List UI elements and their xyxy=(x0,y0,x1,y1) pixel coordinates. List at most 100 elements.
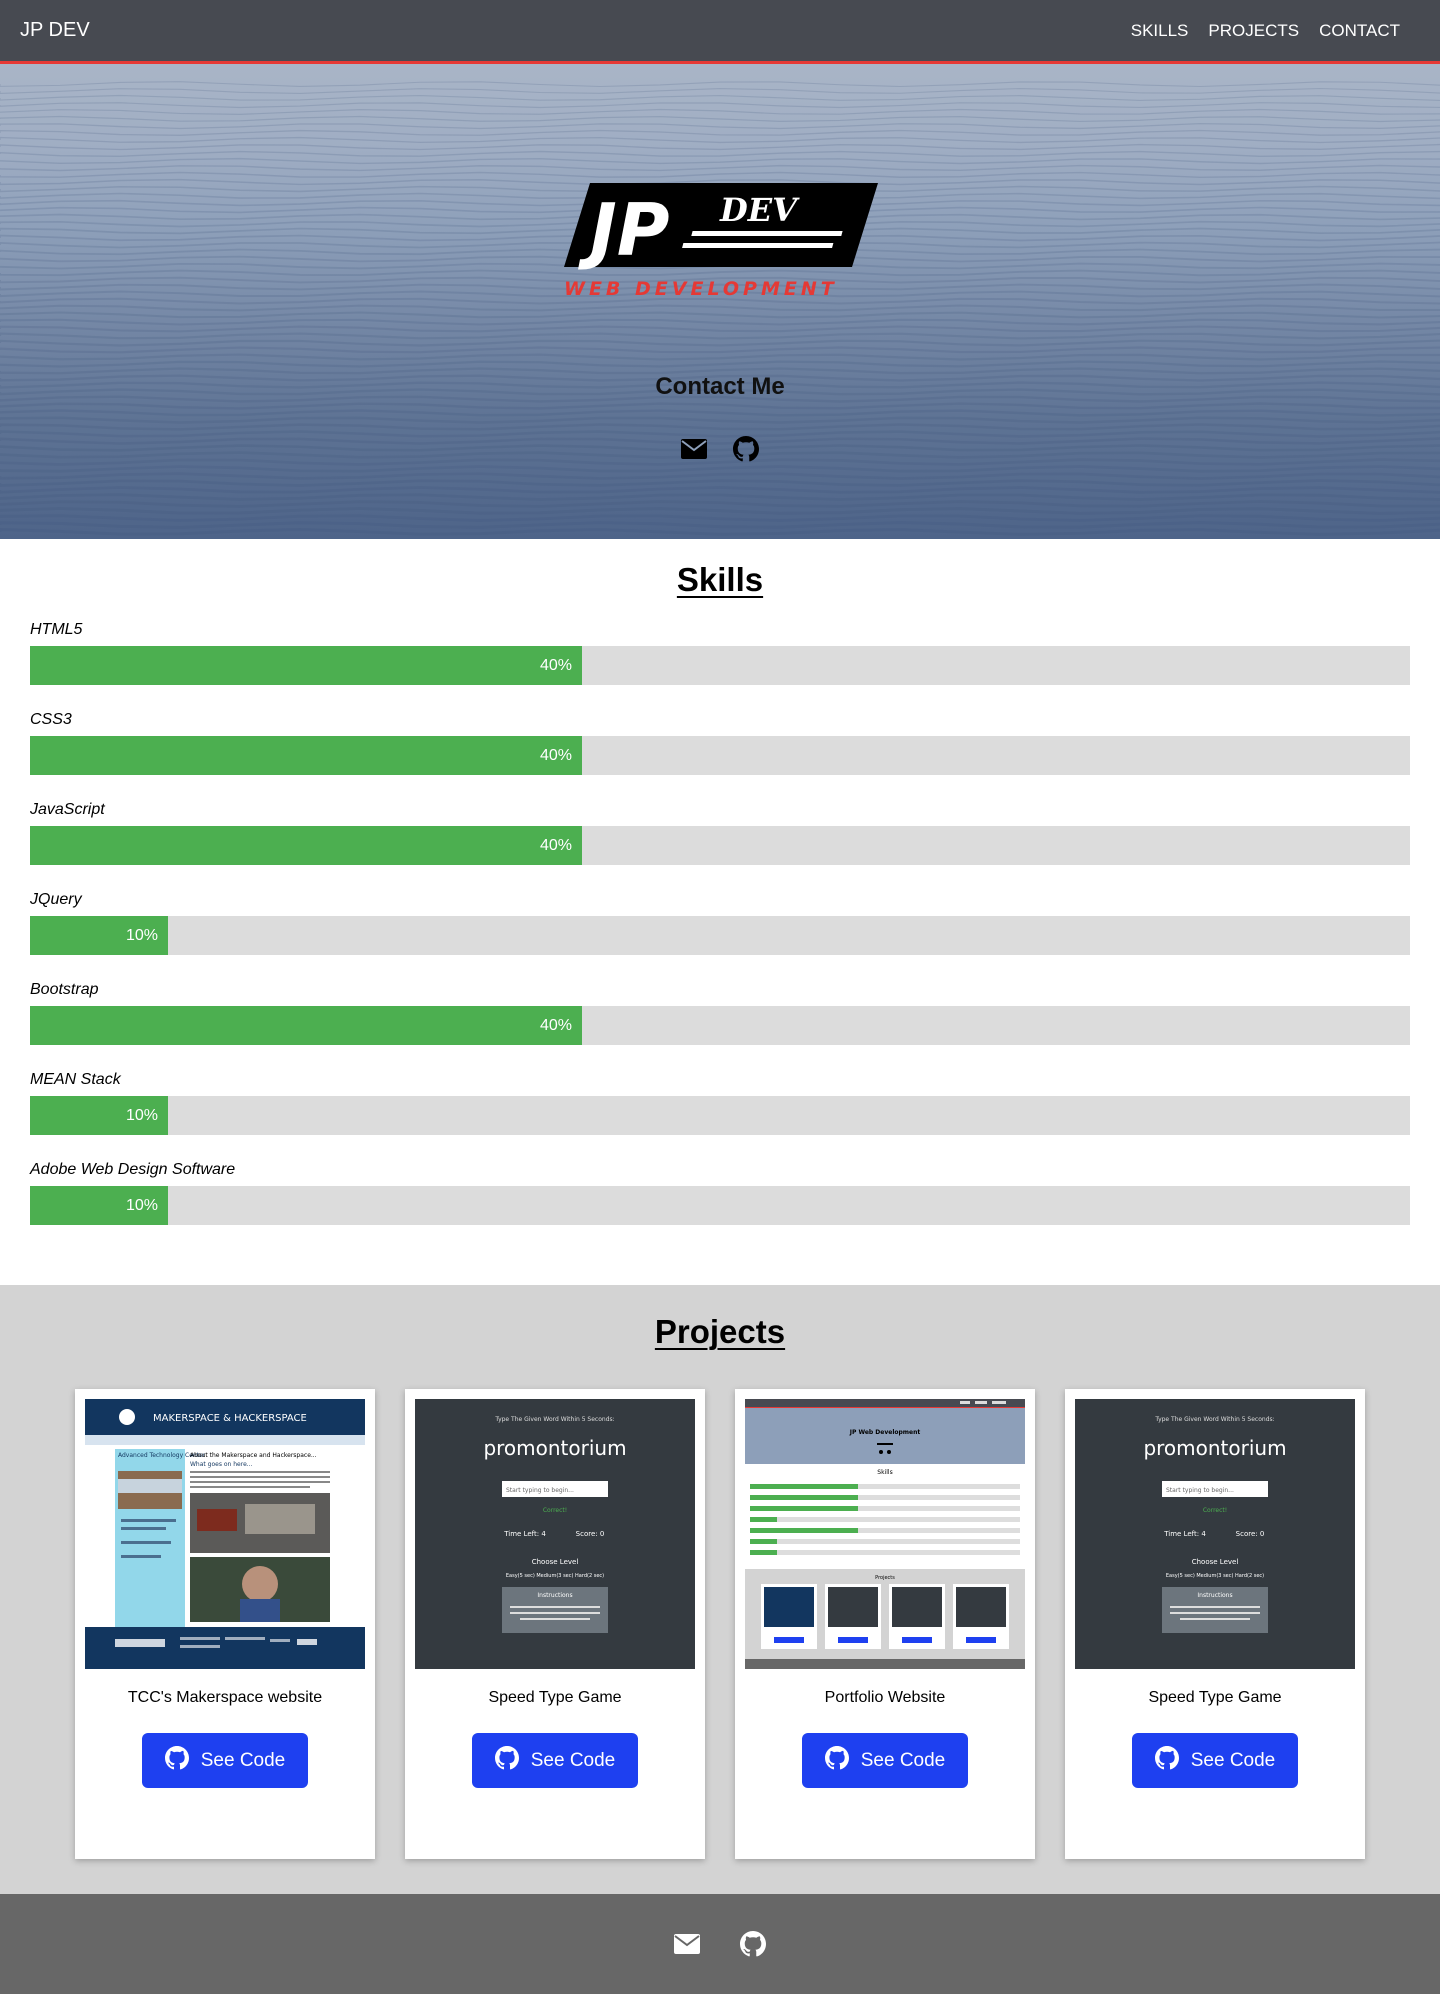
projects-title: Projects xyxy=(654,1313,786,1350)
hero-contact-icons xyxy=(0,435,1440,463)
github-icon xyxy=(824,1745,849,1776)
thumb-logo-text: JP Web Development xyxy=(849,1429,921,1436)
nav-links: SKILLS PROJECTS CONTACT xyxy=(1131,21,1400,41)
thumb-instructions-title: Instructions xyxy=(1197,1592,1232,1599)
skill-item: JQuery 10% xyxy=(30,891,1410,955)
thumb-word-text: promontorium xyxy=(483,1436,626,1460)
thumb-correct-text: Correct! xyxy=(1203,1507,1227,1514)
hero-section: JP DEV WEB DEVELOPMENT Contact Me xyxy=(0,64,1440,539)
thumb-word-text: promontorium xyxy=(1143,1436,1286,1460)
see-code-label: See Code xyxy=(530,1749,616,1771)
speedtype-thumbnail: Type The Given Word Within 5 Seconds: pr… xyxy=(415,1399,695,1669)
see-code-button[interactable]: See Code xyxy=(802,1733,968,1788)
skill-bar-fill: 40% xyxy=(30,646,582,685)
thumb-time-text: Time Left: 4 xyxy=(1163,1530,1206,1538)
skill-bar-track: 40% xyxy=(30,826,1410,865)
thumb-skills-text: Skills xyxy=(877,1469,892,1476)
skill-item: JavaScript 40% xyxy=(30,801,1410,865)
github-icon xyxy=(164,1745,189,1776)
nav-link-skills[interactable]: SKILLS xyxy=(1131,21,1189,41)
project-title: Speed Type Game xyxy=(488,1689,622,1706)
skill-item: Bootstrap 40% xyxy=(30,981,1410,1045)
project-card: Type The Given Word Within 5 Seconds: pr… xyxy=(1065,1389,1365,1859)
project-title: Speed Type Game xyxy=(1148,1689,1282,1706)
thumb-level-text: Choose Level xyxy=(1192,1558,1239,1566)
project-card: JP Web Development Skills Projects Portf… xyxy=(735,1389,1035,1859)
see-code-button[interactable]: See Code xyxy=(142,1733,308,1788)
thumb-correct-text: Correct! xyxy=(543,1507,567,1514)
skill-name: JavaScript xyxy=(30,801,105,818)
skills-title: Skills xyxy=(676,561,764,598)
logo-dev-text: DEV xyxy=(719,191,800,229)
thumb-time-text: Time Left: 4 xyxy=(503,1530,546,1538)
github-icon[interactable] xyxy=(739,1930,767,1958)
speedtype-thumbnail: Type The Given Word Within 5 Seconds: pr… xyxy=(1075,1399,1355,1669)
see-code-button[interactable]: See Code xyxy=(472,1733,638,1788)
skill-bar-fill: 40% xyxy=(30,826,582,865)
skill-bar-track: 10% xyxy=(30,916,1410,955)
skill-bar-track: 10% xyxy=(30,1186,1410,1225)
nav-link-contact[interactable]: CONTACT xyxy=(1319,21,1400,41)
skill-bar-fill: 40% xyxy=(30,1006,582,1045)
footer xyxy=(0,1894,1440,1994)
skill-bar-fill: 10% xyxy=(30,1186,168,1225)
thumb-what-text: What goes on here... xyxy=(190,1461,253,1468)
see-code-button[interactable]: See Code xyxy=(1132,1733,1298,1788)
skill-name: Adobe Web Design Software xyxy=(30,1161,236,1178)
github-icon xyxy=(494,1745,519,1776)
thumb-placeholder-text: Start typing to begin... xyxy=(506,1487,574,1494)
thumb-score-text: Score: 0 xyxy=(576,1530,605,1538)
skill-bar-track: 40% xyxy=(30,646,1410,685)
thumb-levels-text: Easy(5 sec) Medium(3 sec) Hard(2 sec) xyxy=(506,1573,604,1579)
skill-bar-fill: 10% xyxy=(30,916,168,955)
skill-name: HTML5 xyxy=(30,621,83,638)
thumb-instructions-title: Instructions xyxy=(537,1592,572,1599)
envelope-icon[interactable] xyxy=(673,1930,701,1958)
thumb-level-text: Choose Level xyxy=(532,1558,579,1566)
see-code-label: See Code xyxy=(860,1749,946,1771)
project-title: TCC's Makerspace website xyxy=(127,1689,323,1706)
see-code-label: See Code xyxy=(200,1749,286,1771)
logo-main-text: JP xyxy=(578,188,670,272)
skill-name: JQuery xyxy=(30,891,82,908)
skill-item: HTML5 40% xyxy=(30,621,1410,685)
skill-bar-fill: 10% xyxy=(30,1096,168,1135)
skill-name: MEAN Stack xyxy=(30,1071,121,1088)
project-screenshot[interactable]: Type The Given Word Within 5 Seconds: pr… xyxy=(1075,1399,1355,1669)
thumb-placeholder-text: Start typing to begin... xyxy=(1166,1487,1234,1494)
projects-section: Projects MAKERSPACE & HACKERSPACE Advanc… xyxy=(0,1285,1440,1894)
project-card: Type The Given Word Within 5 Seconds: pr… xyxy=(405,1389,705,1859)
skill-item: MEAN Stack 10% xyxy=(30,1071,1410,1135)
brand-link[interactable]: JP DEV xyxy=(20,19,90,42)
envelope-icon[interactable] xyxy=(680,435,708,463)
project-title: Portfolio Website xyxy=(824,1689,946,1706)
skill-name: Bootstrap xyxy=(30,981,99,998)
skill-bar-track: 10% xyxy=(30,1096,1410,1135)
github-icon[interactable] xyxy=(732,435,760,463)
skills-section: Skills HTML5 40% CSS3 40% JavaScript 40%… xyxy=(0,539,1440,1285)
thumb-top-text: Type The Given Word Within 5 Seconds: xyxy=(494,1416,614,1423)
skill-bar-track: 40% xyxy=(30,1006,1410,1045)
project-screenshot[interactable]: MAKERSPACE & HACKERSPACE Advanced Techno… xyxy=(85,1399,365,1669)
github-icon xyxy=(1154,1745,1179,1776)
skill-item: CSS3 40% xyxy=(30,711,1410,775)
contact-title: Contact Me xyxy=(655,373,785,400)
thumb-about-text: About the Makerspace and Hackerspace... xyxy=(190,1452,317,1459)
project-screenshot[interactable]: JP Web Development Skills Projects xyxy=(745,1399,1025,1669)
project-card: MAKERSPACE & HACKERSPACE Advanced Techno… xyxy=(75,1389,375,1859)
see-code-label: See Code xyxy=(1190,1749,1276,1771)
thumb-score-text: Score: 0 xyxy=(1236,1530,1265,1538)
makerspace-thumbnail: MAKERSPACE & HACKERSPACE Advanced Techno… xyxy=(85,1399,365,1669)
navbar: JP DEV SKILLS PROJECTS CONTACT xyxy=(0,0,1440,64)
skill-item: Adobe Web Design Software 10% xyxy=(30,1161,1410,1225)
skill-bar-track: 40% xyxy=(30,736,1410,775)
skill-bar-fill: 40% xyxy=(30,736,582,775)
skill-name: CSS3 xyxy=(30,711,72,728)
skill-list: HTML5 40% CSS3 40% JavaScript 40% JQuery… xyxy=(30,621,1410,1225)
thumb-levels-text: Easy(5 sec) Medium(3 sec) Hard(2 sec) xyxy=(1166,1573,1264,1579)
nav-link-projects[interactable]: PROJECTS xyxy=(1208,21,1299,41)
thumb-projects-text: Projects xyxy=(875,1575,895,1581)
logo-sub-text: WEB DEVELOPMENT xyxy=(564,278,838,300)
project-screenshot[interactable]: Type The Given Word Within 5 Seconds: pr… xyxy=(415,1399,695,1669)
portfolio-thumbnail: JP Web Development Skills Projects xyxy=(745,1399,1025,1669)
